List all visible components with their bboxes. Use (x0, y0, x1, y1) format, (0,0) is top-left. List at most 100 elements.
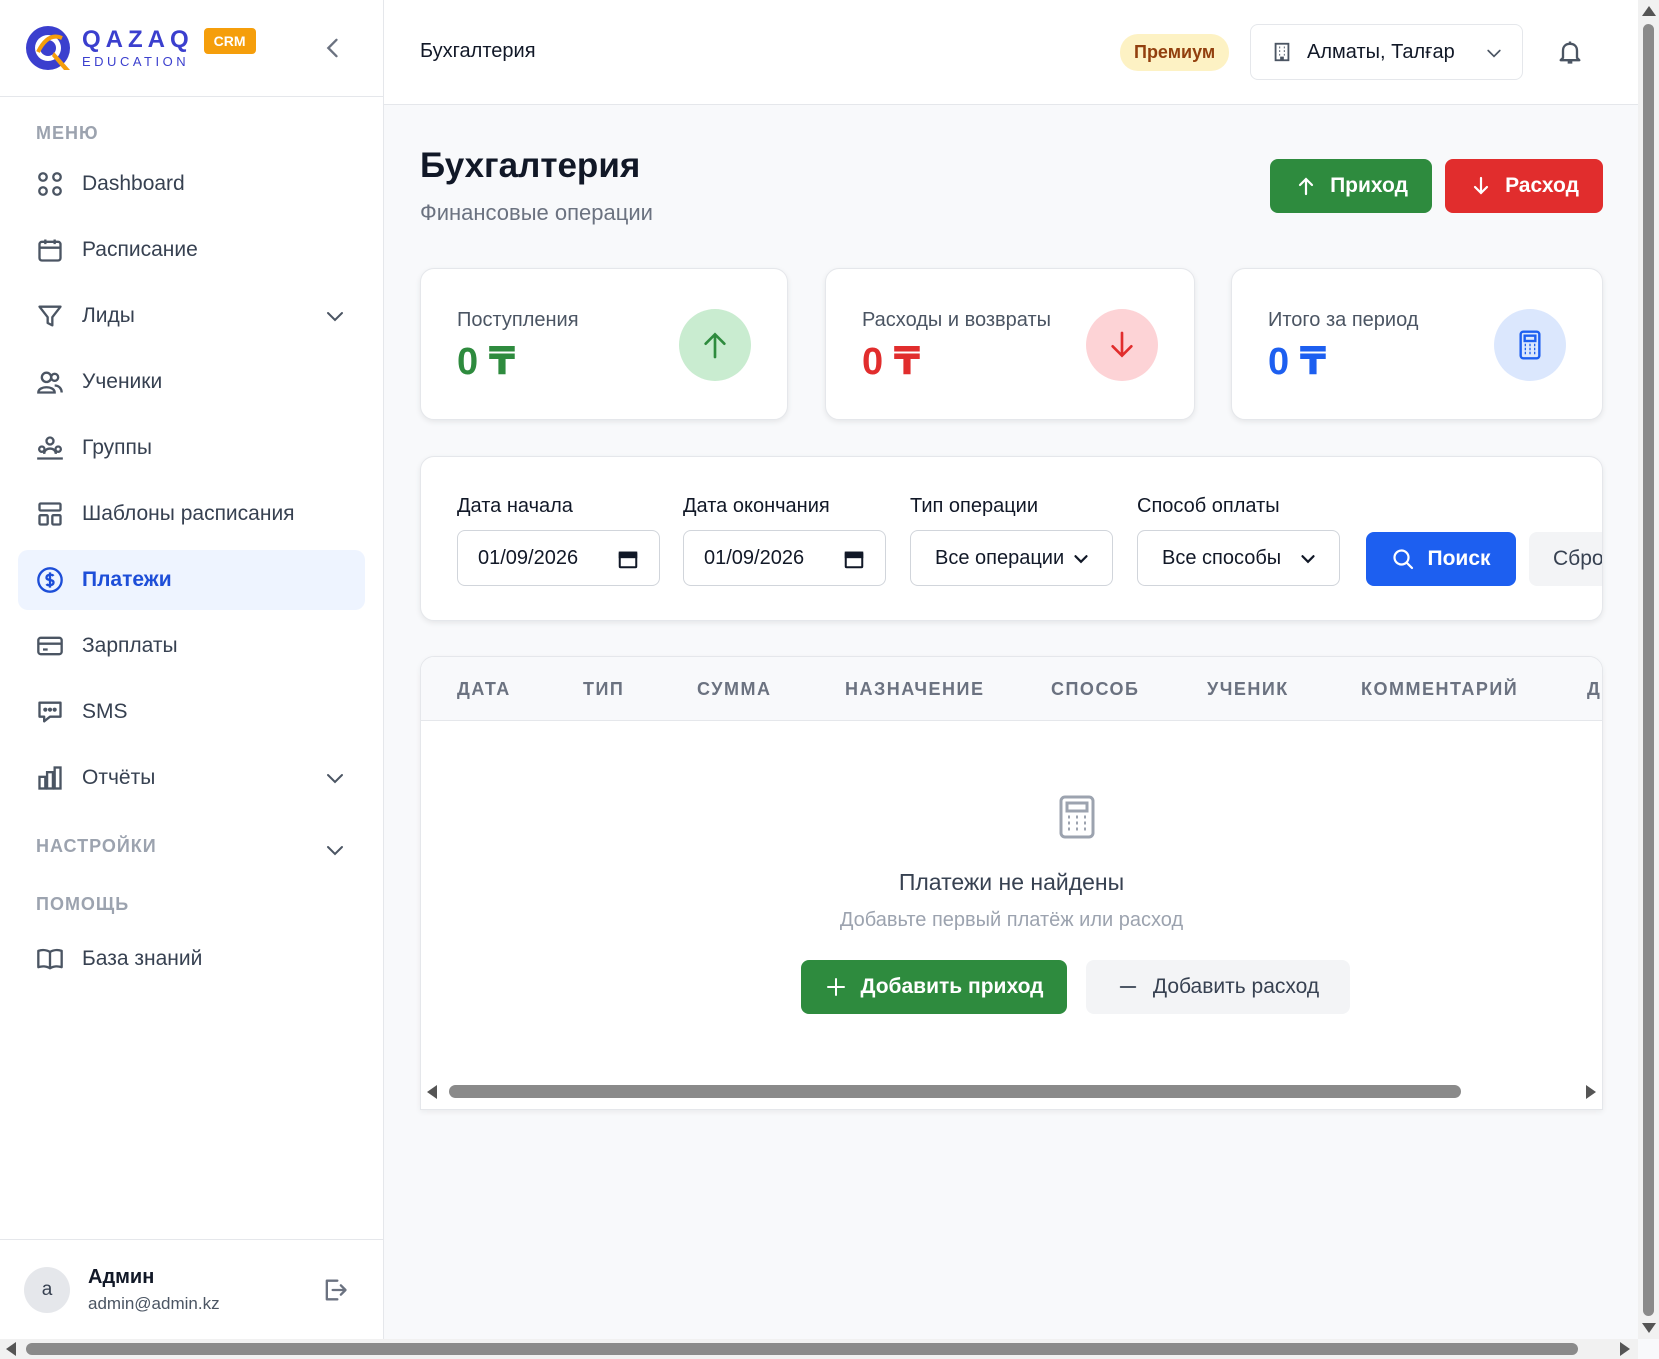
scroll-up-arrow[interactable] (1642, 6, 1656, 16)
message-icon (38, 701, 62, 723)
sidebar-item-students[interactable]: Ученики (18, 352, 365, 412)
column-header-amount[interactable]: СУММА (697, 679, 771, 700)
sidebar-item-label: Ученики (82, 370, 163, 393)
filter-panel: Дата начала 01/09/2026 Дата окончания 01… (420, 456, 1603, 621)
table-header: ДАТА ТИП СУММА НАЗНАЧЕНИЕ СПОСОБ УЧЕНИК … (421, 657, 1602, 721)
sidebar-item-sms[interactable]: SMS (18, 682, 365, 742)
payment-method-select[interactable]: Все способы (1137, 530, 1340, 586)
scroll-right-arrow[interactable] (1620, 1342, 1630, 1356)
wallet-icon (37, 636, 63, 656)
search-button[interactable]: Поиск (1366, 532, 1516, 586)
column-header-date[interactable]: ДАТА (457, 679, 511, 700)
sidebar-item-schedule[interactable]: Расписание (18, 220, 365, 280)
column-header-purpose[interactable]: НАЗНАЧЕНИЕ (845, 679, 985, 700)
sidebar-item-schedule-templates[interactable]: Шаблоны расписания (18, 484, 365, 544)
table-horizontal-scrollbar[interactable] (421, 1075, 1602, 1109)
bell-icon[interactable] (1556, 38, 1584, 66)
branch-selector[interactable]: Алматы, Талғар (1250, 24, 1523, 80)
sidebar-item-label: SMS (82, 700, 128, 723)
arrow-down-icon (1473, 176, 1489, 195)
chevron-left-icon[interactable] (319, 34, 347, 62)
column-header-comment[interactable]: КОММЕНТАРИЙ (1361, 679, 1518, 700)
payment-method-value: Все способы (1162, 546, 1282, 569)
user-profile: a Админ admin@admin.kz (0, 1239, 383, 1339)
plus-icon (827, 978, 846, 996)
column-header-student[interactable]: УЧЕНИК (1207, 679, 1289, 700)
users-icon (37, 371, 63, 394)
sidebar-item-reports[interactable]: Отчёты (18, 748, 365, 808)
logo-text: QAZAQ EDUCATION (82, 26, 194, 69)
avatar[interactable]: a (24, 1266, 70, 1313)
chevron-down-icon (1301, 555, 1315, 564)
filter-icon (38, 305, 62, 327)
sidebar-item-salaries[interactable]: Зарплаты (18, 616, 365, 676)
end-date-input[interactable]: 01/09/2026 (683, 530, 886, 586)
start-date-value: 01/09/2026 (478, 546, 579, 569)
chevron-down-icon[interactable] (323, 304, 347, 328)
menu-section-label: МЕНЮ (36, 123, 99, 143)
add-expense-label: Добавить расход (1152, 975, 1320, 998)
add-income-button[interactable]: Добавить приход (801, 960, 1067, 1014)
stat-label: Поступления (457, 309, 579, 331)
sidebar-item-knowledge-base[interactable]: База знаний (18, 929, 365, 989)
page-subtitle: Финансовые операции (420, 200, 653, 225)
sidebar-item-payments[interactable]: Платежи (18, 550, 365, 610)
sidebar-item-dashboard[interactable]: Dashboard (18, 154, 365, 214)
user-info: Админ admin@admin.kz (88, 1266, 220, 1314)
scroll-left-arrow[interactable] (427, 1085, 437, 1099)
building-icon (1274, 42, 1290, 62)
end-date-value: 01/09/2026 (704, 546, 805, 569)
branch-name: Алматы, Талғар (1307, 40, 1455, 63)
start-date-input[interactable]: 01/09/2026 (457, 530, 660, 586)
user-name: Админ (88, 1265, 155, 1288)
scrollbar-thumb[interactable] (26, 1343, 1578, 1355)
sidebar-item-label: База знаний (82, 947, 203, 970)
calendar-icon[interactable] (843, 548, 865, 570)
plan-badge: Премиум (1120, 34, 1230, 71)
window-vertical-scrollbar[interactable] (1638, 0, 1659, 1339)
payments-table: ДАТА ТИП СУММА НАЗНАЧЕНИЕ СПОСОБ УЧЕНИК … (420, 656, 1603, 1110)
user-email: admin@admin.kz (88, 1293, 220, 1313)
stat-value: 0 ₸ (457, 341, 516, 383)
topbar: Бухгалтерия Премиум Алматы, Талғар (384, 0, 1638, 105)
expense-button[interactable]: Расход (1445, 159, 1603, 213)
brand-sub: EDUCATION (82, 54, 190, 69)
scroll-down-arrow[interactable] (1642, 1323, 1656, 1333)
logout-icon[interactable] (321, 1276, 349, 1304)
chevron-down-icon[interactable] (323, 766, 347, 790)
end-date-label: Дата окончания (683, 495, 830, 517)
scroll-left-arrow[interactable] (6, 1342, 16, 1356)
sidebar-item-label: Платежи (82, 568, 172, 591)
add-expense-button[interactable]: Добавить расход (1086, 960, 1350, 1014)
column-header-truncated[interactable]: Д (1587, 679, 1601, 700)
stat-value: 0 ₸ (1268, 341, 1327, 383)
scrollbar-thumb[interactable] (1643, 24, 1654, 1316)
calculator-icon (1059, 795, 1095, 839)
layout-icon (38, 502, 62, 526)
brand-name: QAZAQ (82, 26, 194, 53)
chevron-down-icon (1487, 49, 1501, 58)
scroll-right-arrow[interactable] (1586, 1085, 1596, 1099)
settings-section[interactable]: НАСТРОЙКИ (0, 836, 383, 864)
calendar-icon[interactable] (617, 548, 639, 570)
scrollbar-thumb[interactable] (449, 1085, 1461, 1098)
calendar-icon (38, 239, 62, 262)
search-button-label: Поиск (1427, 547, 1491, 570)
stat-icon-circle (1494, 309, 1566, 381)
chevron-down-icon[interactable] (323, 838, 347, 862)
sidebar-item-label: Шаблоны расписания (82, 502, 295, 525)
sidebar-item-groups[interactable]: Группы (18, 418, 365, 478)
column-header-method[interactable]: СПОСОБ (1051, 679, 1139, 700)
window-horizontal-scrollbar[interactable] (0, 1339, 1638, 1359)
reset-button[interactable]: Сбросить (1529, 532, 1602, 586)
column-header-type[interactable]: ТИП (583, 679, 624, 700)
expense-button-label: Расход (1505, 174, 1579, 197)
calculator-icon (1519, 330, 1541, 360)
sidebar-item-leads[interactable]: Лиды (18, 286, 365, 346)
group-icon (37, 436, 63, 460)
income-button-label: Приход (1330, 174, 1408, 197)
dollar-icon (37, 567, 63, 593)
operation-type-select[interactable]: Все операции (910, 530, 1113, 586)
income-button[interactable]: Приход (1270, 159, 1432, 213)
qazaq-logo-icon[interactable] (24, 22, 76, 74)
